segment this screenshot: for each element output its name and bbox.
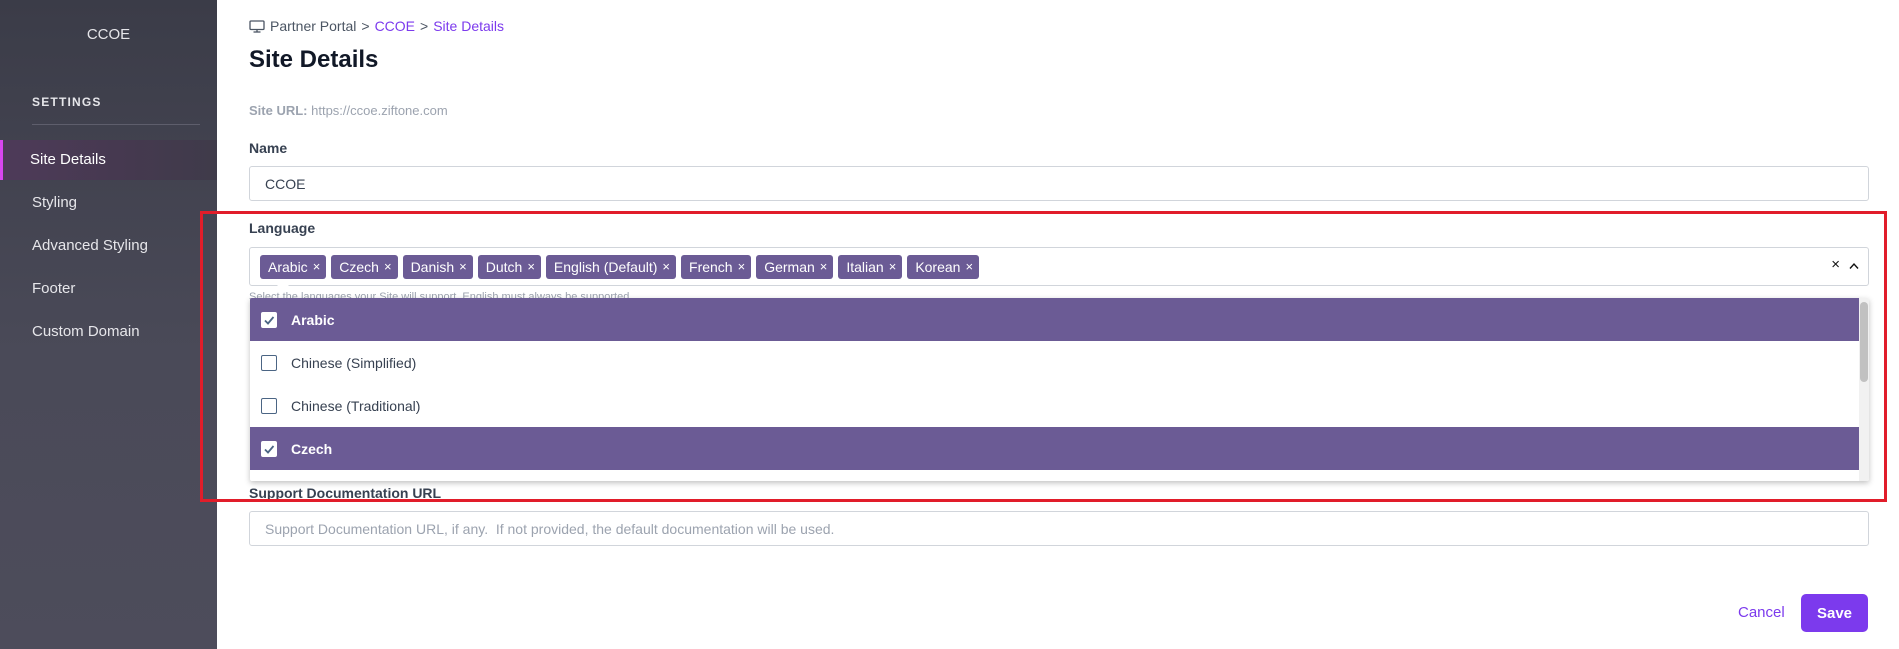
language-chip[interactable]: Danish ×: [402, 254, 473, 279]
site-url-label: Site URL:: [249, 103, 308, 118]
name-label: Name: [249, 140, 288, 156]
language-option-chinese-simplified[interactable]: Chinese (Simplified): [250, 341, 1859, 384]
sidebar-item-label: Styling: [32, 194, 78, 211]
chip-remove-icon[interactable]: ×: [527, 259, 535, 274]
language-chip[interactable]: Arabic ×: [260, 254, 327, 279]
language-chip[interactable]: Italian ×: [838, 254, 903, 279]
checkbox-checked-icon[interactable]: [261, 440, 277, 457]
chip-remove-icon[interactable]: ×: [820, 259, 828, 274]
sidebar: CCOE SETTINGS Site Details Styling Advan…: [0, 0, 217, 649]
sidebar-item-label: Site Details: [30, 151, 106, 168]
sidebar-item-label: Custom Domain: [32, 323, 140, 340]
site-url-value: https://ccoe.ziftone.com: [311, 103, 448, 118]
cancel-button[interactable]: Cancel: [1738, 604, 1785, 621]
monitor-icon: [249, 19, 265, 33]
language-chip[interactable]: Czech ×: [331, 254, 398, 279]
sidebar-item-styling[interactable]: Styling: [0, 183, 217, 223]
chip-label: Czech: [339, 258, 379, 275]
chip-remove-icon[interactable]: ×: [965, 259, 973, 274]
chip-remove-icon[interactable]: ×: [889, 259, 897, 274]
language-label: Language: [249, 220, 316, 236]
sidebar-divider: [32, 124, 200, 125]
sidebar-item-advanced-styling[interactable]: Advanced Styling: [0, 226, 217, 266]
sidebar-item-custom-domain[interactable]: Custom Domain: [0, 312, 217, 352]
chip-remove-icon[interactable]: ×: [459, 259, 467, 274]
breadcrumb-separator: >: [420, 18, 429, 34]
sidebar-item-label: Footer: [32, 280, 76, 297]
chevron-up-icon[interactable]: [1848, 260, 1860, 272]
sidebar-item-site-details[interactable]: Site Details: [0, 140, 217, 180]
clear-all-icon[interactable]: ×: [1831, 256, 1840, 273]
checkbox-icon[interactable]: [261, 354, 277, 371]
option-label: Czech: [291, 440, 333, 457]
main-content: Partner Portal > CCOE > Site Details Sit…: [217, 0, 1899, 649]
chip-remove-icon[interactable]: ×: [738, 259, 746, 274]
chip-label: Arabic: [268, 258, 308, 275]
language-chip[interactable]: Korean ×: [907, 254, 980, 279]
language-chip[interactable]: German ×: [756, 254, 834, 279]
name-input[interactable]: [249, 166, 1869, 201]
dropdown-caret: [275, 280, 291, 288]
sidebar-item-footer[interactable]: Footer: [0, 269, 217, 309]
language-option-czech[interactable]: Czech: [250, 427, 1859, 470]
chip-remove-icon[interactable]: ×: [313, 259, 321, 274]
checkbox-checked-icon[interactable]: [261, 311, 277, 328]
chip-label: Dutch: [485, 258, 523, 275]
breadcrumb-partner-portal[interactable]: Partner Portal: [270, 18, 356, 34]
language-chip[interactable]: English (Default) ×: [545, 254, 677, 279]
language-chip[interactable]: Dutch ×: [477, 254, 541, 279]
language-option-arabic[interactable]: Arabic: [250, 298, 1859, 341]
scrollbar-thumb[interactable]: [1860, 302, 1868, 382]
checkbox-icon[interactable]: [261, 397, 277, 414]
breadcrumb-separator: >: [361, 18, 370, 34]
language-multiselect[interactable]: Arabic × Czech × Danish × Dutch × English (D…: [249, 247, 1869, 286]
chip-label: German: [764, 258, 815, 275]
breadcrumb: Partner Portal > CCOE > Site Details: [249, 18, 504, 34]
chip-label: Danish: [410, 258, 455, 275]
support-doc-label: Support Documentation URL: [249, 485, 442, 501]
support-doc-url-input[interactable]: [249, 511, 1869, 546]
chip-label: Korean: [915, 258, 961, 275]
active-indicator: [0, 140, 3, 180]
language-chip[interactable]: French ×: [681, 254, 752, 279]
option-label: Arabic: [291, 311, 335, 328]
chip-label: English (Default): [553, 258, 658, 275]
sidebar-section-title: SETTINGS: [32, 95, 102, 109]
page-title: Site Details: [249, 46, 379, 73]
language-option-chinese-traditional[interactable]: Chinese (Traditional): [250, 384, 1859, 427]
sidebar-brand: CCOE: [86, 26, 131, 43]
chip-label: Italian: [846, 258, 884, 275]
option-label: Chinese (Simplified): [291, 354, 417, 371]
breadcrumb-ccoe[interactable]: CCOE: [375, 18, 415, 34]
chip-label: French: [689, 258, 733, 275]
chip-remove-icon[interactable]: ×: [384, 259, 392, 274]
site-url: Site URL: https://ccoe.ziftone.com: [249, 103, 448, 118]
sidebar-item-label: Advanced Styling: [32, 237, 148, 254]
dropdown-scrollbar[interactable]: [1859, 298, 1869, 481]
chip-remove-icon[interactable]: ×: [662, 259, 670, 274]
save-button[interactable]: Save: [1801, 594, 1868, 632]
language-dropdown: Arabic Chinese (Simplified) Chinese (Tra…: [250, 298, 1869, 481]
option-label: Chinese (Traditional): [291, 397, 421, 414]
breadcrumb-site-details[interactable]: Site Details: [433, 18, 504, 34]
